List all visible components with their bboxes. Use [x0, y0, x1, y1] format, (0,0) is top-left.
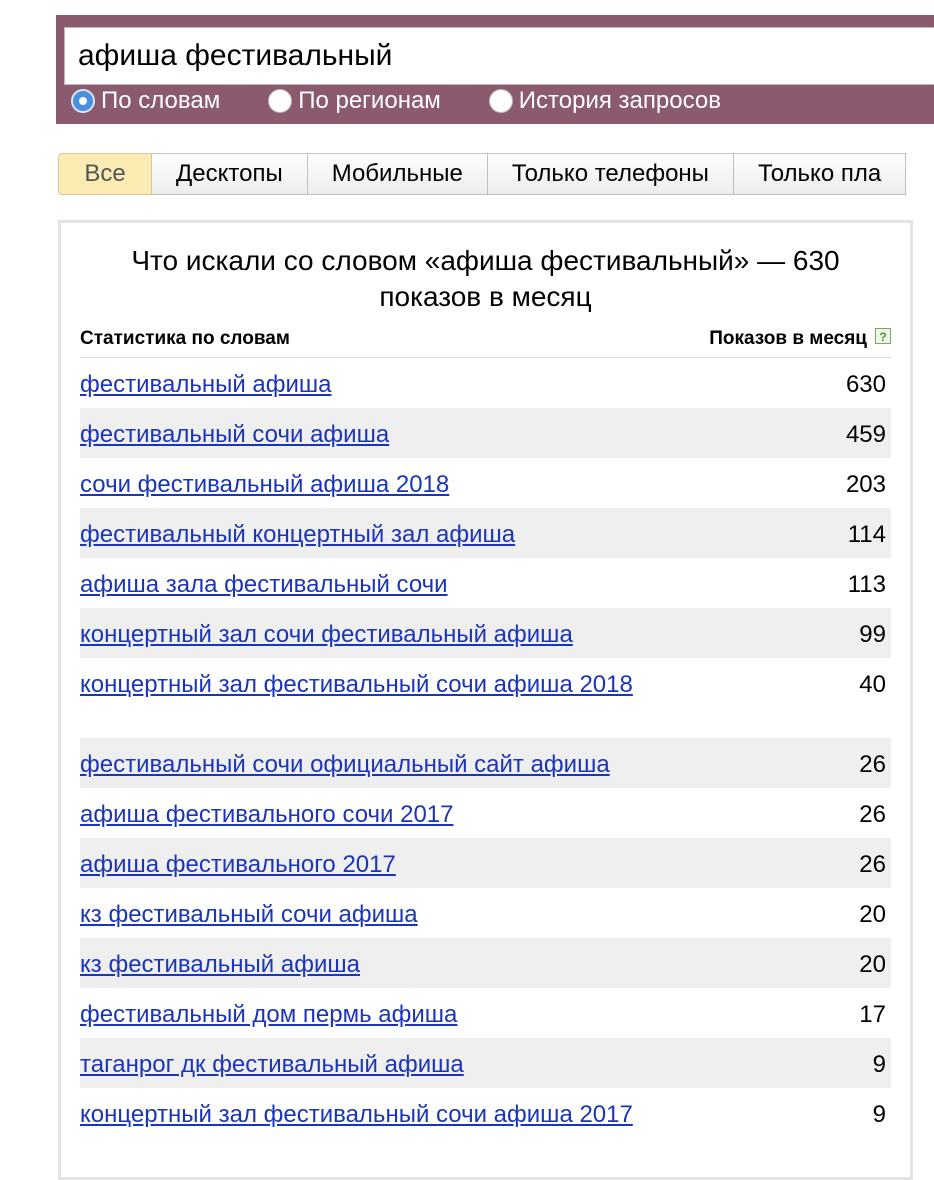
help-icon[interactable]: ?	[875, 328, 891, 344]
impressions-count: 9	[872, 1101, 886, 1128]
impressions-count: 26	[859, 851, 886, 878]
impressions-count: 20	[859, 901, 886, 928]
table-row: фестивальный афиша 630	[80, 358, 891, 408]
impressions-count: 630	[845, 371, 886, 398]
table-row: кз фестивальный сочи афиша 20	[80, 888, 891, 938]
table-row: афиша фестивального 2017 26	[80, 838, 891, 888]
table-row: фестивальный сочи афиша 459	[80, 408, 891, 458]
impressions-count: 113	[847, 571, 886, 598]
phrase-link[interactable]: афиша фестивального сочи 2017	[80, 800, 640, 830]
radio-unchecked-icon	[268, 89, 293, 113]
phrase-link[interactable]: концертный зал сочи фестивальный афиша	[80, 620, 640, 650]
table-row: кз фестивальный афиша 20	[80, 938, 891, 988]
radio-label: По регионам	[298, 87, 441, 114]
phrase-link[interactable]: афиша зала фестивальный сочи	[80, 570, 640, 600]
device-tabs: Все Десктопы Мобильные Только телефоны Т…	[58, 153, 907, 195]
impressions-count: 17	[859, 1001, 886, 1028]
phrase-link[interactable]: фестивальный сочи официальный сайт афиша	[80, 750, 640, 780]
radio-checked-icon	[71, 89, 95, 113]
search-mode-group: По словам По регионам История запросов	[71, 86, 769, 116]
phrase-link[interactable]: концертный зал фестивальный сочи афиша 2…	[80, 670, 640, 700]
table-row: фестивальный концертный зал афиша 114	[80, 508, 891, 558]
stats-panel: Что искали со словом «афиша фестивальный…	[58, 220, 913, 1180]
tab-tablets-only[interactable]: Только пла	[733, 153, 907, 195]
tab-mobile[interactable]: Мобильные	[307, 153, 488, 195]
impressions-count: 459	[845, 421, 886, 448]
table-row: сочи фестивальный афиша 2018 203	[80, 458, 891, 508]
radio-unchecked-icon	[488, 89, 513, 113]
table-row: фестивальный дом пермь афиша 17	[80, 988, 891, 1038]
phrase-link[interactable]: афиша фестивального 2017	[80, 850, 640, 880]
phrase-link[interactable]: кз фестивальный сочи афиша	[80, 900, 640, 930]
radio-by-words[interactable]: По словам	[71, 87, 220, 115]
phrase-link[interactable]: сочи фестивальный афиша 2018	[80, 470, 640, 500]
impressions-count: 114	[847, 521, 886, 548]
page-title: Что искали со словом «афиша фестивальный…	[61, 243, 910, 315]
phrase-link[interactable]: концертный зал фестивальный сочи афиша 2…	[80, 1100, 640, 1130]
radio-label: История запросов	[518, 87, 721, 114]
impressions-count: 26	[859, 751, 886, 778]
tab-desktops[interactable]: Десктопы	[152, 153, 308, 195]
impressions-count: 26	[859, 801, 886, 828]
table-row: концертный зал фестивальный сочи афиша 2…	[80, 658, 891, 738]
phrase-link[interactable]: кз фестивальный афиша	[80, 950, 640, 980]
stats-table: фестивальный афиша 630 фестивальный сочи а…	[80, 358, 891, 1168]
impressions-count: 40	[859, 671, 886, 698]
table-header: Статистика по словам Показов в месяц ?	[80, 323, 891, 358]
impressions-count: 203	[845, 471, 886, 498]
phrase-link[interactable]: таганрог дк фестивальный афиша	[80, 1050, 640, 1080]
phrase-link[interactable]: фестивальный дом пермь афиша	[80, 1000, 640, 1030]
tab-phones-only[interactable]: Только телефоны	[487, 153, 734, 195]
radio-query-history[interactable]: История запросов	[488, 87, 721, 115]
impressions-count: 20	[859, 951, 886, 978]
column-header-phrase: Статистика по словам	[80, 328, 290, 349]
table-row: таганрог дк фестивальный афиша 9	[80, 1038, 891, 1088]
heading-line-1: Что искали со словом «афиша фестивальный…	[131, 245, 840, 276]
table-row: концертный зал сочи фестивальный афиша 99	[80, 608, 891, 658]
radio-label: По словам	[101, 87, 221, 114]
phrase-link[interactable]: фестивальный концертный зал афиша	[80, 520, 640, 550]
search-bar: По словам По регионам История запросов	[56, 15, 934, 124]
column-header-impressions: Показов в месяц	[709, 328, 867, 349]
table-row: фестивальный сочи официальный сайт афиша…	[80, 738, 891, 788]
impressions-count: 9	[872, 1051, 886, 1078]
radio-by-regions[interactable]: По регионам	[268, 87, 441, 115]
impressions-count: 99	[859, 621, 886, 648]
tab-all[interactable]: Все	[58, 153, 152, 195]
table-row: афиша зала фестивальный сочи 113	[80, 558, 891, 608]
phrase-link[interactable]: фестивальный сочи афиша	[80, 420, 640, 450]
table-row: афиша фестивального сочи 2017 26	[80, 788, 891, 838]
phrase-link[interactable]: фестивальный афиша	[80, 370, 640, 400]
table-row: концертный зал фестивальный сочи афиша 2…	[80, 1088, 891, 1168]
search-input[interactable]	[64, 27, 934, 85]
heading-line-2: показов в месяц	[379, 281, 592, 312]
